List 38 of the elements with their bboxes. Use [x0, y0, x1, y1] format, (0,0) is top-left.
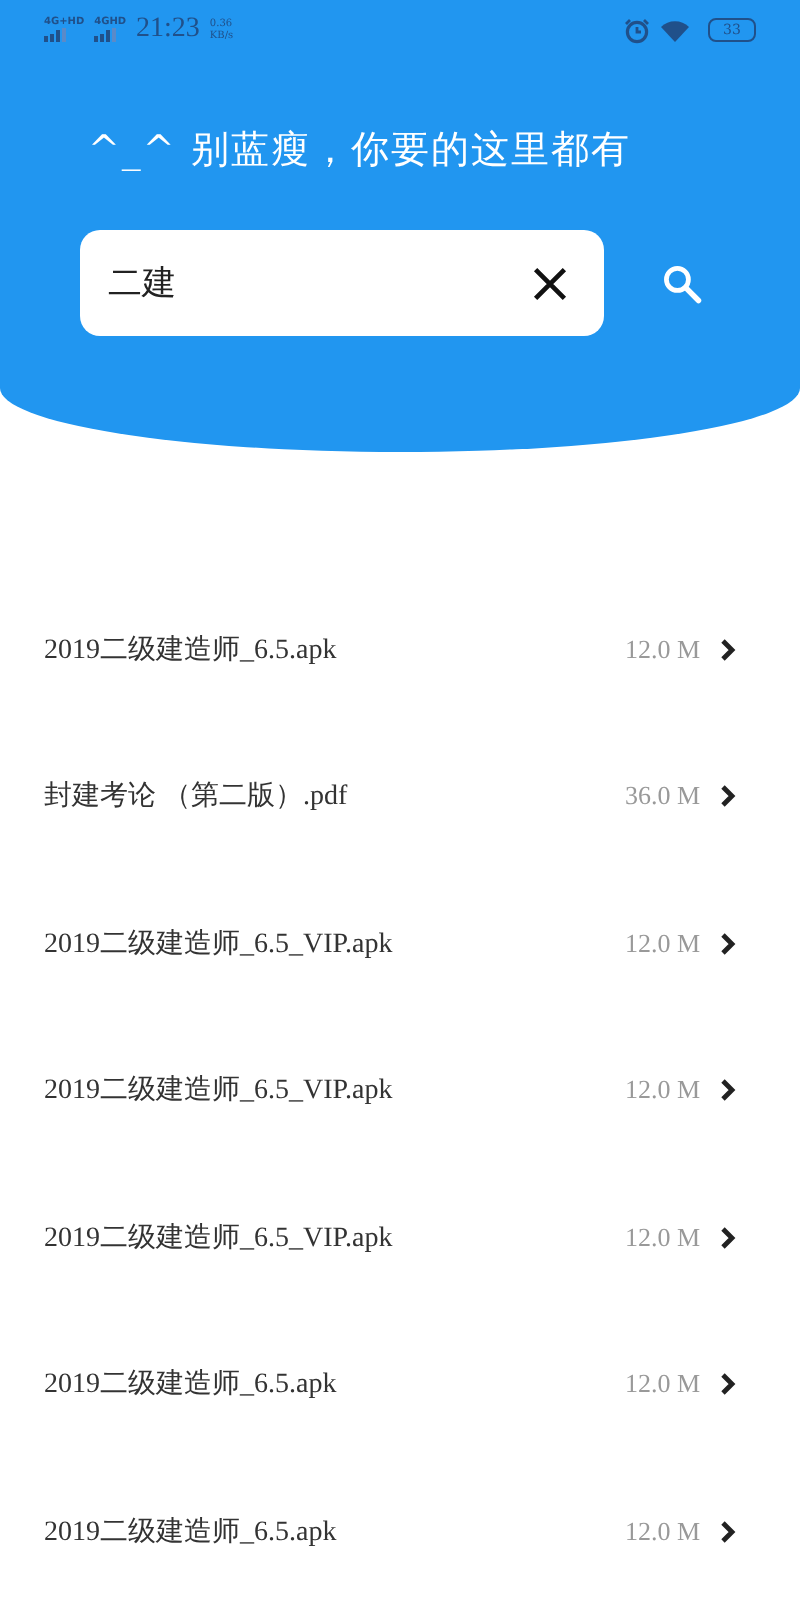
chevron-icon — [720, 1225, 736, 1250]
wifi-icon — [660, 19, 690, 41]
file-row[interactable]: 2019二级建造师_6.5.apk 12.0 M — [0, 576, 800, 723]
file-name: 2019二级建造师_6.5.apk — [44, 633, 339, 668]
file-row[interactable]: 封建考论 （第二版）.pdf 36.0 M — [0, 723, 800, 870]
clear-icon[interactable] — [532, 265, 568, 301]
chevron-icon — [720, 1372, 736, 1397]
file-name: 2019二级建造师_6.5_VIP.apk — [44, 1073, 395, 1109]
file-size: 12.0 M — [624, 1515, 700, 1548]
file-row[interactable]: 2019二级建造师_6.5.apk 12.0 M — [0, 1458, 800, 1605]
search-icon[interactable] — [660, 261, 704, 305]
header-title: ^_^ 别蓝瘦，你要的这里都有 — [88, 126, 633, 176]
file-row[interactable]: 2019二级建造师_6.5_VIP.apk 12.0 M — [0, 1164, 800, 1311]
chevron-icon — [720, 931, 736, 956]
file-name: 封建考论 （第二版）.pdf — [44, 779, 350, 815]
chevron-icon — [720, 784, 736, 809]
file-size: 12.0 M — [624, 633, 700, 666]
chevron-icon — [720, 1519, 736, 1544]
chevron-icon — [720, 637, 736, 662]
file-name: 2019二级建造师_6.5_VIP.apk — [44, 927, 395, 962]
signal-icon — [44, 28, 68, 42]
file-row[interactable]: 2019二级建造师_6.5.apk 12.0 M — [0, 1311, 800, 1458]
file-name: 2019二级建造师_6.5.apk — [44, 1515, 339, 1550]
file-size: 12.0 M — [624, 1368, 700, 1401]
file-name: 2019二级建造师_6.5_VIP.apk — [44, 1221, 395, 1256]
file-name: 2019二级建造师_6.5.apk — [44, 1367, 339, 1403]
search-field[interactable]: 二建 — [80, 230, 604, 336]
chevron-icon — [720, 1078, 736, 1103]
file-size: 12.0 M — [624, 927, 700, 960]
file-size: 36.0 M — [624, 780, 700, 813]
file-row[interactable]: 2019二级建造师_6.5_VIP.apk 12.0 M — [0, 1017, 800, 1164]
search-text: 二建 — [108, 262, 178, 306]
alarm-icon — [624, 17, 650, 43]
file-size: 12.0 M — [624, 1074, 700, 1107]
file-size: 12.0 M — [624, 1221, 700, 1254]
signal-icon — [94, 28, 119, 42]
status-time: 21:23 — [136, 14, 200, 46]
file-row[interactable]: 2019二级建造师_6.5_VIP.apk 12.0 M — [0, 870, 800, 1017]
